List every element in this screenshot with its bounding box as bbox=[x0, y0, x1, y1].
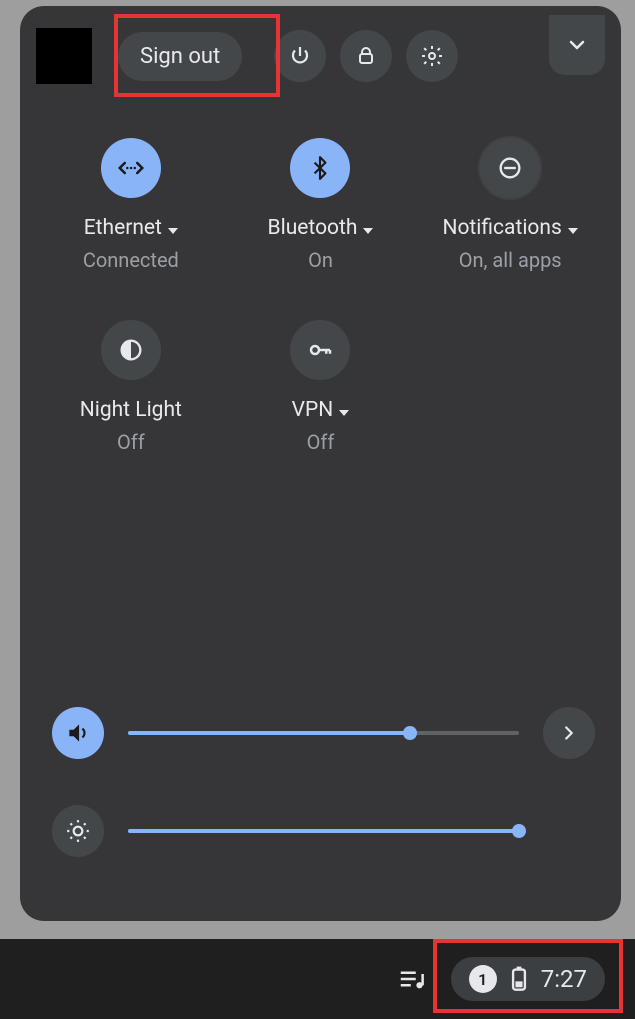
toggle-notifications[interactable]: Notifications On, all apps bbox=[442, 138, 577, 272]
chevron-down-icon bbox=[168, 216, 178, 240]
night-light-icon bbox=[101, 320, 161, 380]
chevron-right-icon bbox=[558, 722, 580, 744]
toggle-status: On bbox=[308, 248, 333, 272]
chevron-down-icon bbox=[363, 216, 373, 240]
slider-thumb[interactable] bbox=[512, 824, 526, 838]
clock: 7:27 bbox=[541, 965, 587, 993]
slider-thumb[interactable] bbox=[403, 726, 417, 740]
lock-icon bbox=[354, 44, 378, 68]
ethernet-icon bbox=[101, 138, 161, 198]
collapse-button[interactable] bbox=[549, 15, 605, 75]
toggle-nightlight[interactable]: Night Light Off bbox=[80, 320, 182, 454]
toggle-label: VPN bbox=[292, 398, 334, 422]
brightness-track[interactable] bbox=[128, 829, 519, 833]
chevron-down-icon bbox=[565, 33, 589, 57]
volume-icon[interactable] bbox=[52, 707, 104, 759]
brightness-slider[interactable] bbox=[52, 805, 595, 857]
volume-track[interactable] bbox=[128, 731, 519, 735]
volume-slider[interactable] bbox=[52, 707, 595, 759]
quick-settings-panel: Sign out bbox=[20, 6, 621, 921]
sign-out-button[interactable]: Sign out bbox=[118, 32, 242, 81]
vpn-key-icon bbox=[290, 320, 350, 380]
shelf: 1 7:27 bbox=[0, 939, 635, 1019]
toggle-label: Notifications bbox=[442, 216, 561, 240]
brightness-icon[interactable] bbox=[52, 805, 104, 857]
do-not-disturb-icon bbox=[480, 138, 540, 198]
toggle-label: Night Light bbox=[80, 398, 182, 422]
status-area[interactable]: 1 7:27 bbox=[451, 957, 605, 1001]
toggle-status: Off bbox=[307, 430, 335, 454]
avatar[interactable] bbox=[36, 28, 92, 84]
media-controls-button[interactable] bbox=[397, 964, 427, 994]
toggle-bluetooth[interactable]: Bluetooth On bbox=[268, 138, 374, 272]
audio-expand-button[interactable] bbox=[543, 707, 595, 759]
settings-button[interactable] bbox=[406, 30, 458, 82]
notification-count-badge: 1 bbox=[469, 965, 497, 993]
toggle-vpn[interactable]: VPN Off bbox=[290, 320, 350, 454]
toggle-label: Bluetooth bbox=[268, 216, 358, 240]
toggle-status: On, all apps bbox=[459, 248, 562, 272]
music-queue-icon bbox=[397, 964, 427, 994]
battery-icon bbox=[509, 966, 529, 992]
toggle-status: Off bbox=[117, 430, 145, 454]
lock-button[interactable] bbox=[340, 30, 392, 82]
gear-icon bbox=[420, 44, 444, 68]
toggle-ethernet[interactable]: Ethernet Connected bbox=[83, 138, 179, 272]
power-icon bbox=[288, 44, 312, 68]
toggle-status: Connected bbox=[83, 248, 179, 272]
chevron-down-icon bbox=[339, 398, 349, 422]
toggle-label: Ethernet bbox=[84, 216, 162, 240]
bluetooth-icon bbox=[290, 138, 350, 198]
chevron-down-icon bbox=[568, 216, 578, 240]
power-button[interactable] bbox=[274, 30, 326, 82]
